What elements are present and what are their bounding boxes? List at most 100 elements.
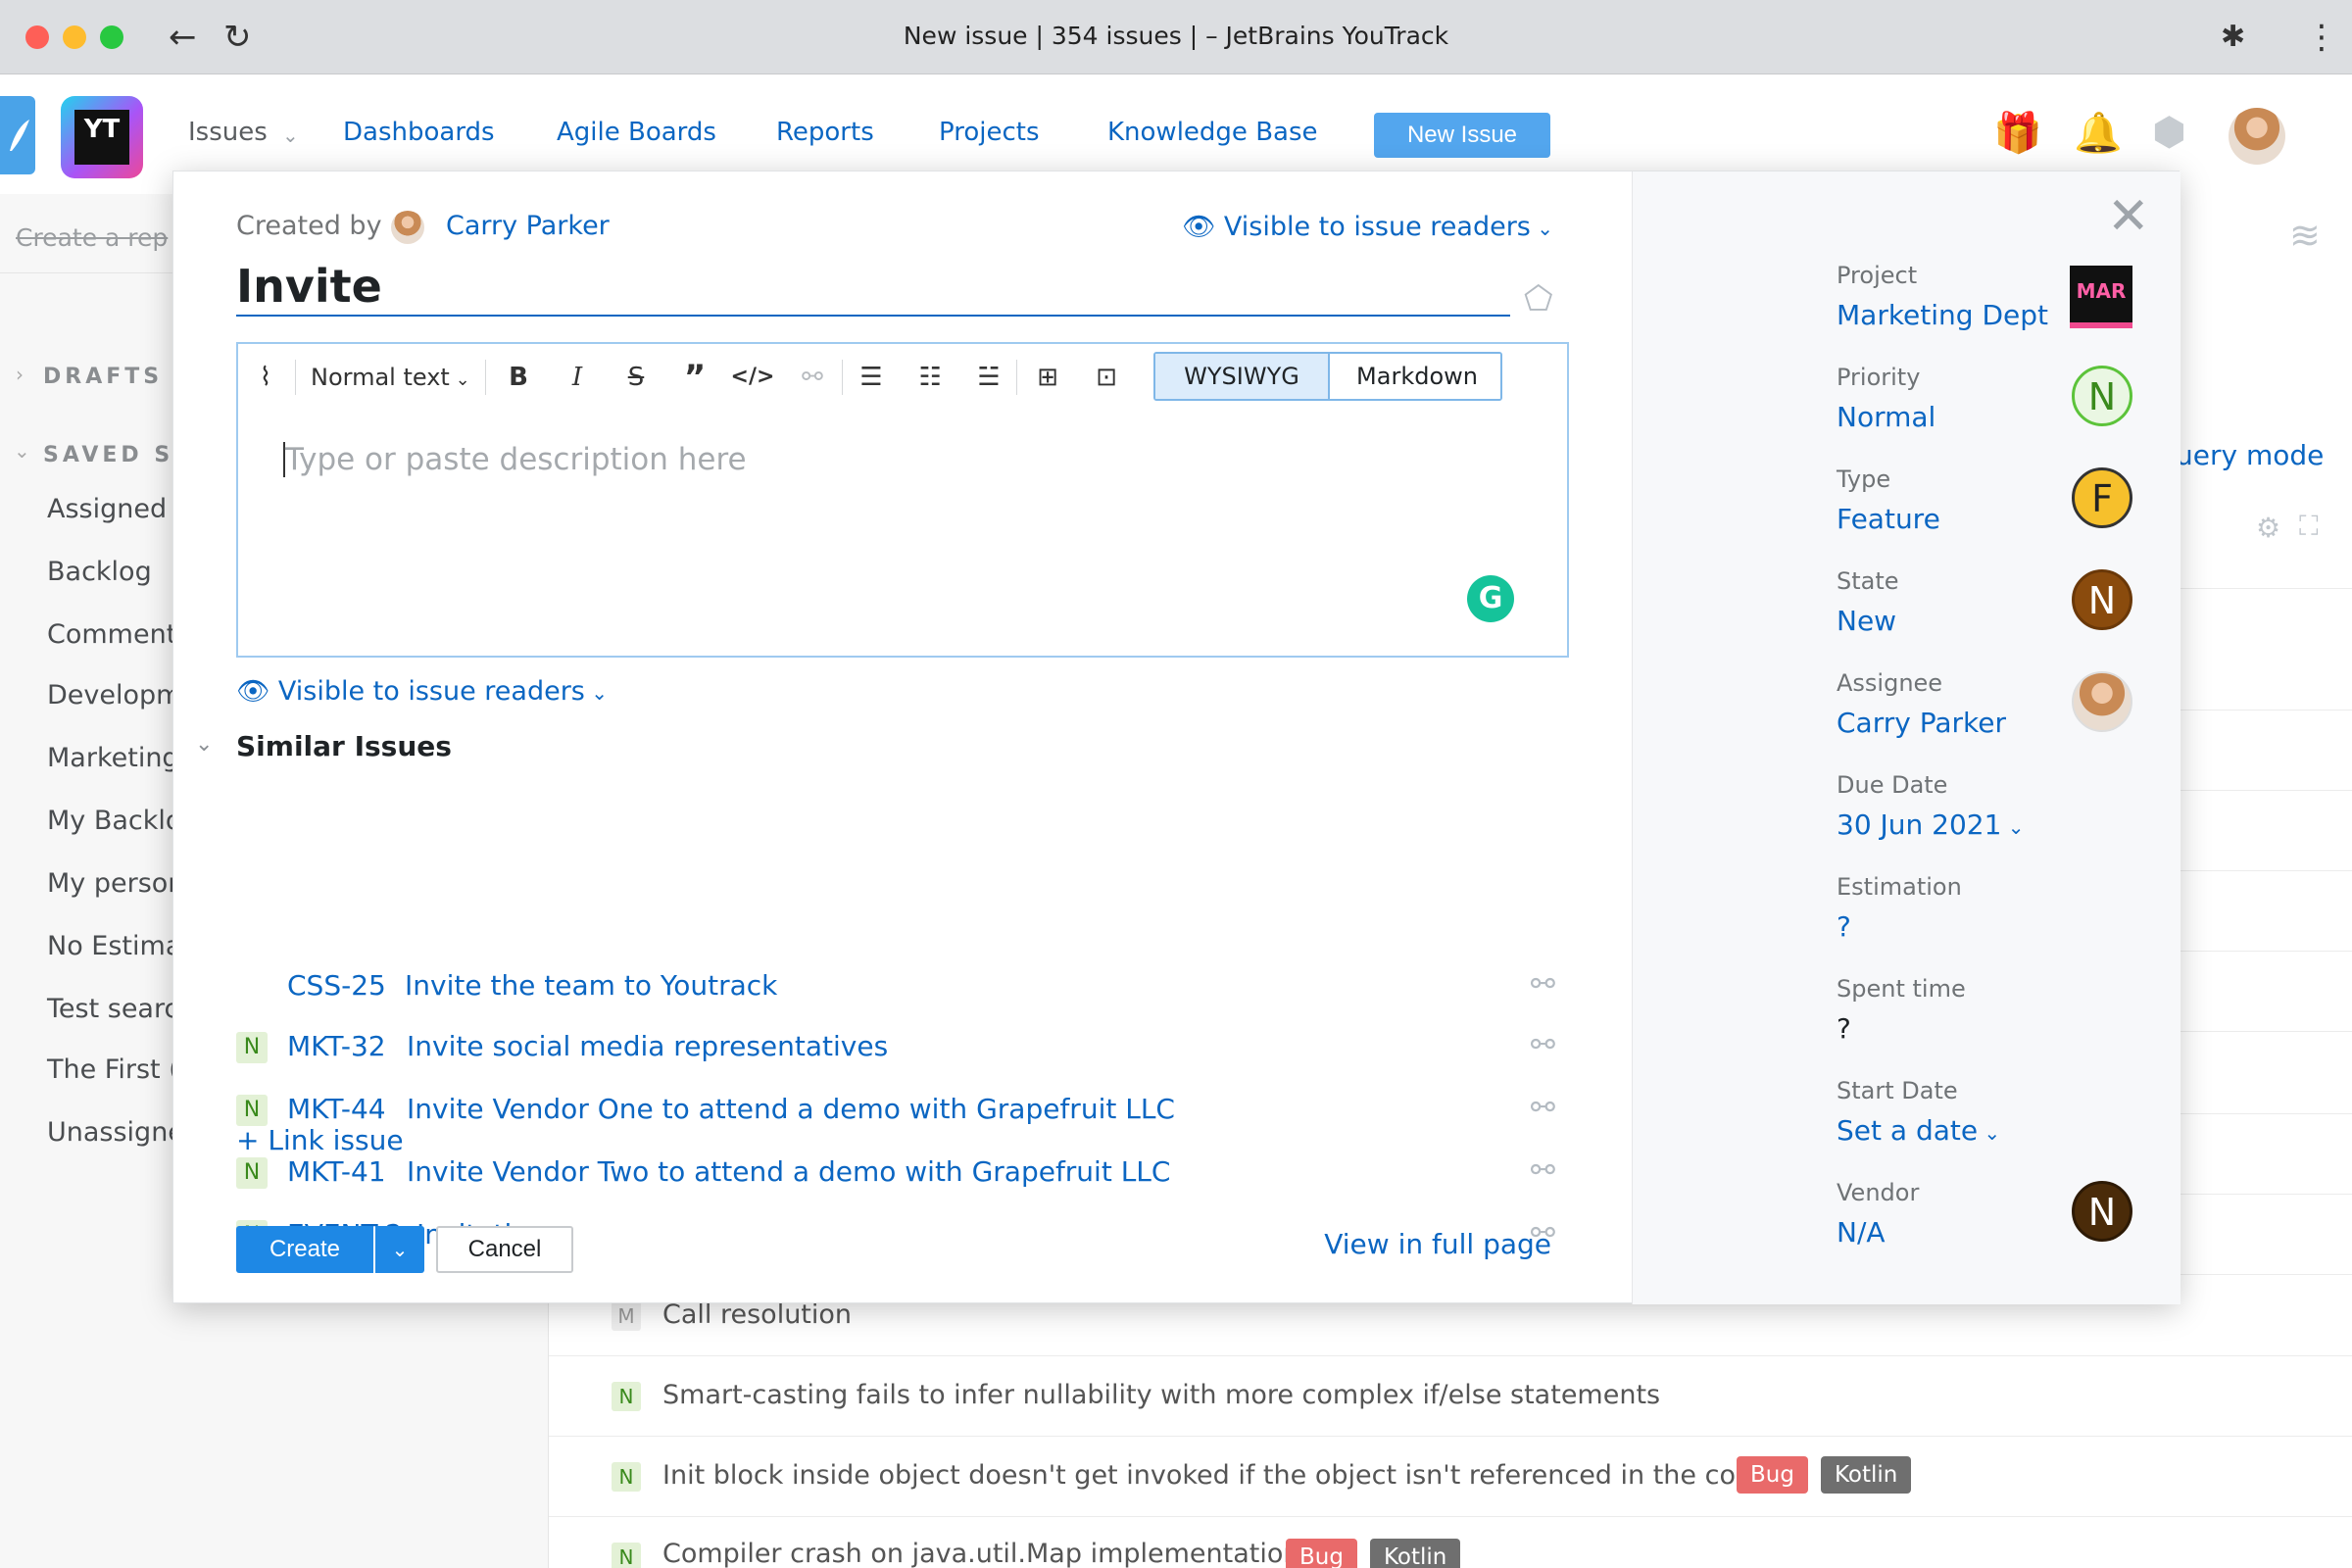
checklist-icon[interactable]: ☱ — [969, 358, 1008, 397]
nav-reports[interactable]: Reports — [776, 118, 874, 147]
nav-projects[interactable]: Projects — [939, 118, 1040, 147]
description-editor[interactable]: ⌇ Normal text ⌄ B I S ” </> ⚯ ☰ ☷ ☱ ⊞ ⊡ … — [236, 342, 1569, 658]
sidebar-item[interactable]: No Estima — [47, 931, 181, 961]
sidebar-item[interactable]: Unassigne — [47, 1117, 184, 1148]
saved-searches-chevron-icon[interactable]: ⌄ — [14, 439, 30, 463]
issue-title-link[interactable]: Invite Vendor Two to attend a demo with … — [407, 1155, 1170, 1188]
query-mode-link[interactable]: uery mode — [2176, 439, 2324, 471]
image-icon[interactable]: ⊡ — [1087, 358, 1126, 397]
similar-issue-row[interactable]: CSS-25 Invite the team to Youtrack ⚯ — [236, 965, 1569, 1012]
drafts-chevron-icon[interactable]: › — [16, 363, 24, 386]
sidebar-item[interactable]: Developm — [47, 680, 181, 710]
field-value-vendor[interactable]: N/A — [1837, 1216, 1886, 1249]
bold-icon[interactable]: B — [499, 358, 538, 397]
issue-title-link[interactable]: Invite social media representatives — [407, 1030, 888, 1062]
table-icon[interactable]: ⊞ — [1028, 358, 1067, 397]
issue-id-link[interactable]: MKT-44 — [287, 1093, 386, 1125]
text-style-dropdown[interactable]: Normal text ⌄ — [311, 358, 470, 397]
similar-issue-row[interactable]: N MKT-41 Invite Vendor Two to attend a d… — [236, 1152, 1569, 1199]
link-issue-icon[interactable]: ⚯ — [1531, 967, 1555, 1002]
issue-list-row[interactable]: N Init block inside object doesn't get i… — [549, 1437, 2352, 1517]
tag-bug[interactable]: Bug — [1286, 1539, 1357, 1568]
field-value-spent-time[interactable]: ? — [1837, 1012, 1851, 1045]
issue-id-link[interactable]: CSS-25 — [287, 969, 386, 1002]
link-icon[interactable]: ⚯ — [793, 358, 832, 397]
issue-title-link[interactable]: Invite the team to Youtrack — [405, 969, 777, 1002]
issue-id-link[interactable]: MKT-41 — [287, 1155, 386, 1188]
issue-title[interactable]: Compiler crash on java.util.Map implemen… — [662, 1539, 1300, 1568]
nav-agile-boards[interactable]: Agile Boards — [557, 118, 716, 147]
new-issue-button[interactable]: New Issue — [1374, 113, 1550, 158]
sidebar-item[interactable]: Assigned — [47, 494, 167, 524]
create-button[interactable]: Create — [236, 1226, 373, 1273]
sidebar-item[interactable]: The First ( — [47, 1054, 179, 1085]
link-issue-icon[interactable]: ⚯ — [1531, 1091, 1555, 1125]
close-icon[interactable]: ✕ — [2107, 187, 2150, 246]
extensions-icon[interactable]: ✱ — [2221, 18, 2245, 57]
create-report-link[interactable]: Create a rep — [16, 223, 168, 252]
field-value-start-date[interactable]: Set a date ⌄ — [1837, 1114, 2000, 1147]
nav-issues[interactable]: Issues — [188, 118, 268, 147]
similar-issues-chevron-icon[interactable]: ⌄ — [195, 732, 213, 757]
sidebar-item[interactable]: Test searc — [47, 994, 178, 1024]
similar-issues-title[interactable]: Similar Issues — [236, 730, 452, 762]
gift-icon[interactable]: 🎁 — [1993, 110, 2042, 156]
sidebar-item[interactable]: My persor — [47, 868, 178, 899]
sidebar-item[interactable]: Marketing — [47, 743, 179, 773]
fullscreen-icon[interactable]: ⛶ — [2299, 510, 2319, 543]
create-options-chevron-icon[interactable]: ⌄ — [375, 1226, 424, 1273]
attachment-icon[interactable]: ⌇ — [246, 358, 285, 397]
youtrack-logo[interactable]: YT — [61, 96, 143, 178]
field-value-due-date[interactable]: 30 Jun 2021 ⌄ — [1837, 808, 2025, 841]
view-in-full-page-link[interactable]: View in full page — [1324, 1228, 1551, 1260]
similar-issue-row[interactable]: N MKT-32 Invite social media representat… — [236, 1026, 1569, 1073]
drafts-section-title[interactable]: DRAFTS — [43, 365, 163, 389]
nav-issues-chevron-icon[interactable]: ⌄ — [282, 123, 299, 147]
sidebar-item[interactable]: Backlog — [47, 557, 152, 587]
sidebar-item[interactable]: Comment — [47, 619, 176, 650]
issue-title-link[interactable]: Invite Vendor One to attend a demo with … — [407, 1093, 1175, 1125]
field-value-project[interactable]: Marketing Dept — [1837, 299, 2048, 331]
tag-kotlin[interactable]: Kotlin — [1821, 1456, 1912, 1494]
layers-icon[interactable]: ≋ — [2289, 214, 2321, 257]
cancel-button[interactable]: Cancel — [436, 1226, 573, 1273]
issue-title[interactable]: Init block inside object doesn't get inv… — [662, 1460, 1769, 1491]
issue-title[interactable]: Smart-casting fails to infer nullability… — [662, 1380, 1660, 1410]
quote-icon[interactable]: ” — [675, 358, 714, 397]
visibility-dropdown[interactable]: 👁 Visible to issue readers ⌄ — [1182, 211, 1553, 242]
visibility-dropdown-bottom[interactable]: 👁 Visible to issue readers ⌄ — [236, 675, 608, 707]
field-value-state[interactable]: New — [1837, 605, 1896, 637]
field-value-assignee[interactable]: Carry Parker — [1837, 707, 2006, 739]
notifications-bell-icon[interactable]: 🔔 — [2074, 110, 2123, 156]
issue-id-link[interactable]: MKT-32 — [287, 1030, 386, 1062]
saved-searches-section-title[interactable]: SAVED S — [43, 443, 173, 467]
list-settings-icon[interactable]: ⚙ — [2256, 512, 2280, 544]
field-value-type[interactable]: Feature — [1837, 503, 1940, 535]
issue-list-row[interactable]: N Smart-casting fails to infer nullabili… — [549, 1356, 2352, 1437]
tag-icon[interactable]: ⬠ — [1524, 279, 1553, 318]
grammarly-icon[interactable]: G — [1467, 575, 1514, 622]
user-avatar[interactable] — [2229, 108, 2285, 165]
browser-menu-icon[interactable]: ⋮ — [2305, 18, 2338, 57]
creator-name-link[interactable]: Carry Parker — [446, 211, 610, 241]
link-issue-icon[interactable]: ⚯ — [1531, 1153, 1555, 1188]
collapse-sidebar-button[interactable] — [0, 96, 35, 174]
sidebar-item[interactable]: My Backlo — [47, 806, 181, 836]
tag-bug[interactable]: Bug — [1737, 1456, 1808, 1494]
code-icon[interactable]: </> — [728, 358, 777, 397]
bullet-list-icon[interactable]: ☰ — [852, 358, 891, 397]
similar-issue-row[interactable]: N MKT-44 Invite Vendor One to attend a d… — [236, 1089, 1569, 1136]
nav-knowledge-base[interactable]: Knowledge Base — [1107, 118, 1318, 147]
nav-dashboards[interactable]: Dashboards — [343, 118, 495, 147]
summary-input[interactable] — [236, 258, 1510, 317]
italic-icon[interactable]: I — [558, 358, 597, 397]
strikethrough-icon[interactable]: S — [616, 358, 656, 397]
field-value-priority[interactable]: Normal — [1837, 401, 1936, 433]
link-issue-icon[interactable]: ⚯ — [1531, 1028, 1555, 1062]
field-value-estimation[interactable]: ? — [1837, 910, 1851, 943]
numbered-list-icon[interactable]: ☷ — [910, 358, 950, 397]
link-issue-button[interactable]: + Link issue — [236, 1124, 404, 1156]
settings-gear-icon[interactable]: ⬢ — [2152, 110, 2186, 155]
markdown-mode-button[interactable]: Markdown — [1332, 354, 1500, 399]
issue-list-row[interactable]: N Compiler crash on java.util.Map implem… — [549, 1517, 2352, 1568]
